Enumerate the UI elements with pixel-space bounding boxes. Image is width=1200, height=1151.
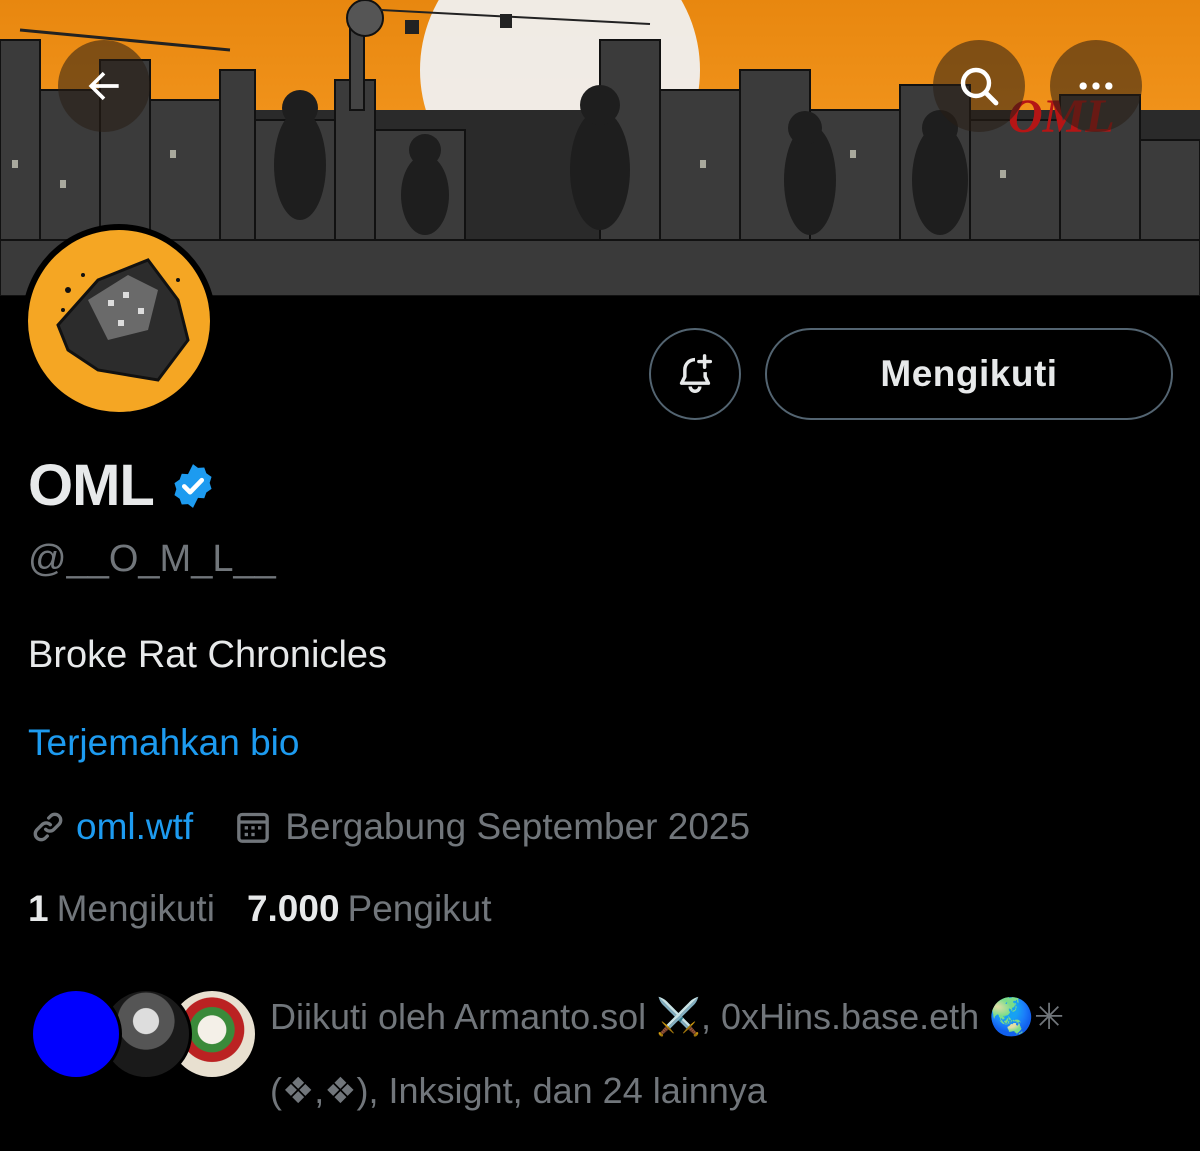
back-button[interactable] <box>58 40 150 132</box>
translate-bio-link[interactable]: Terjemahkan bio <box>28 722 299 764</box>
followers-stat[interactable]: 7.000 Pengikut <box>247 888 492 930</box>
followers-label: Pengikut <box>347 888 492 929</box>
followed-by-text[interactable]: Diikuti oleh Armanto.sol ⚔️, 0xHins.base… <box>270 980 1170 1128</box>
followed-by-line: Diikuti oleh Armanto.sol ⚔️, 0xHins.base… <box>270 996 1065 1037</box>
profile-bio: Broke Rat Chronicles <box>28 634 388 676</box>
profile-name-row: OML <box>28 452 218 519</box>
search-button[interactable] <box>933 40 1025 132</box>
avatar-image <box>28 230 210 412</box>
followers-count: 7.000 <box>246 888 340 929</box>
website-link[interactable]: oml.wtf <box>76 806 193 848</box>
verified-badge-icon[interactable] <box>168 461 218 516</box>
display-name: OML <box>28 453 155 518</box>
more-icon <box>1079 82 1113 90</box>
followed-by-line: (❖,❖), Inksight, dan 24 lainnya <box>270 1070 767 1111</box>
calendar-icon <box>233 807 273 847</box>
joined-date: Bergabung September 2025 <box>285 806 751 847</box>
notifications-button[interactable] <box>649 328 741 420</box>
link-icon <box>28 807 68 847</box>
following-label: Mengikuti <box>56 888 215 929</box>
following-stat[interactable]: 1 Mengikuti <box>28 888 215 930</box>
more-options-button[interactable] <box>1050 40 1142 132</box>
profile-meta: oml.wtf Bergabung September 2025 <box>28 806 750 848</box>
profile-handle: @__O_M_L__ <box>28 538 276 580</box>
bell-plus-icon <box>679 354 713 393</box>
followed-by-avatars[interactable] <box>30 988 258 1082</box>
search-icon <box>960 67 999 106</box>
following-count: 1 <box>28 888 49 929</box>
back-arrow-icon <box>88 71 119 101</box>
follower-avatar <box>30 988 122 1080</box>
profile-avatar[interactable] <box>22 224 216 418</box>
following-button[interactable]: Mengikuti <box>765 328 1173 420</box>
profile-stats: 1 Mengikuti 7.000 Pengikut <box>28 888 492 930</box>
